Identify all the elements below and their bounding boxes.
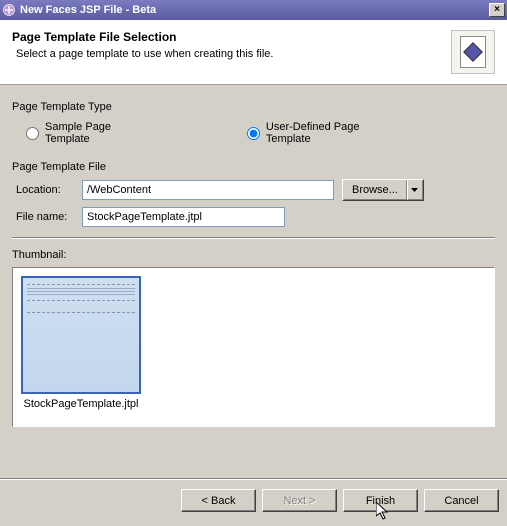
page-title: Page Template File Selection (12, 30, 443, 44)
radio-sample-template[interactable]: Sample Page Template (26, 121, 157, 145)
window-title: New Faces JSP File - Beta (20, 4, 489, 16)
titlebar: New Faces JSP File - Beta × (0, 0, 507, 20)
filename-input[interactable] (82, 207, 285, 227)
browse-dropdown[interactable] (407, 180, 423, 200)
app-icon (2, 3, 16, 17)
thumbnail-caption: StockPageTemplate.jtpl (21, 398, 141, 410)
location-input[interactable] (82, 180, 334, 200)
template-type-label: Page Template Type (12, 101, 495, 113)
button-bar: < Back Next > Finish Cancel (0, 478, 507, 526)
divider (12, 237, 495, 239)
thumbnail-item[interactable]: StockPageTemplate.jtpl (21, 276, 141, 410)
finish-button[interactable]: Finish (343, 489, 418, 512)
radio-user-label: User-Defined Page Template (266, 121, 405, 145)
cancel-button[interactable]: Cancel (424, 489, 499, 512)
back-button[interactable]: < Back (181, 489, 256, 512)
template-file-label: Page Template File (12, 161, 495, 173)
thumbnail-panel: StockPageTemplate.jtpl (12, 267, 495, 427)
diamond-icon (463, 42, 483, 62)
filename-label: File name: (16, 211, 82, 223)
chevron-down-icon (411, 188, 418, 192)
browse-button[interactable]: Browse... (343, 180, 407, 200)
page-subtitle: Select a page template to use when creat… (12, 48, 443, 60)
next-button: Next > (262, 489, 337, 512)
location-label: Location: (16, 184, 82, 196)
wizard-header: Page Template File Selection Select a pa… (0, 20, 507, 85)
close-button[interactable]: × (489, 3, 505, 17)
radio-sample-label: Sample Page Template (45, 121, 157, 145)
thumbnail-preview (21, 276, 141, 394)
thumbnail-label: Thumbnail: (12, 249, 495, 261)
header-graphic (451, 30, 495, 74)
radio-user-template[interactable]: User-Defined Page Template (247, 121, 405, 145)
